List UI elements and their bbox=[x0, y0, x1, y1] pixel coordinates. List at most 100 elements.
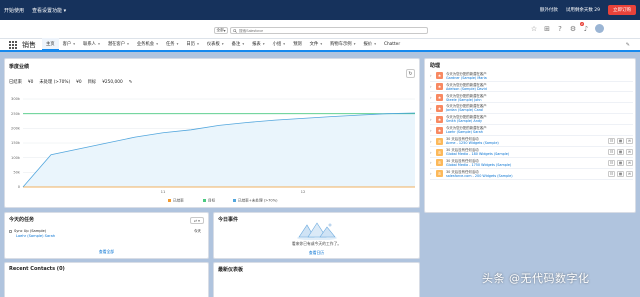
setup-features-menu[interactable]: 查看设置功能 ▾ bbox=[32, 7, 66, 14]
global-search[interactable] bbox=[230, 27, 428, 34]
view-all-tasks-link[interactable]: 查看全部 bbox=[5, 249, 208, 255]
assistant-item-link[interactable]: Global Media - 180 Widgets (Sample) bbox=[446, 152, 509, 156]
assistant-item-link[interactable]: Adelson (Sample) David bbox=[446, 87, 487, 91]
latest-dashboard-card: 最新仪表板 bbox=[213, 262, 420, 297]
tab-label: 潜在客户 bbox=[107, 42, 126, 47]
chevron-down-icon[interactable]: ▾ bbox=[282, 42, 285, 46]
tab-label: 业务机会 bbox=[136, 42, 155, 47]
assistant-item-link[interactable]: Gardner (Sample) Maria bbox=[446, 76, 487, 80]
tab-1[interactable]: 客户 ▾ bbox=[59, 38, 79, 51]
search-input[interactable] bbox=[239, 28, 419, 33]
chevron-down-icon[interactable]: ▾ bbox=[196, 42, 199, 46]
get-started-link[interactable]: 开始使用 bbox=[4, 7, 24, 14]
new-task-icon[interactable]: ☷ bbox=[608, 149, 615, 156]
new-event-icon[interactable]: ▦ bbox=[617, 170, 624, 177]
tab-9[interactable]: 报表 ▾ bbox=[248, 38, 268, 51]
recent-contacts-title: Recent Contacts (0) bbox=[9, 266, 65, 272]
tab-2[interactable]: 联系人 ▾ bbox=[79, 38, 104, 51]
chevron-down-icon[interactable]: ▾ bbox=[72, 42, 75, 46]
tab-11[interactable]: 预测 bbox=[289, 38, 306, 51]
email-icon[interactable]: ✉ bbox=[626, 170, 633, 177]
notifications-bell-icon[interactable]: ♪ bbox=[582, 25, 590, 33]
tasks-filter-dropdown[interactable]: ⇄ ▾ bbox=[190, 217, 204, 224]
search-scope-select[interactable]: 全部 ▾ bbox=[214, 27, 228, 34]
closed-label: 已结束 bbox=[9, 80, 22, 85]
y-tick-label: 250k bbox=[11, 112, 21, 116]
recent-contacts-card: Recent Contacts (0) bbox=[4, 262, 209, 297]
email-icon[interactable]: ✉ bbox=[626, 138, 633, 145]
help-icon[interactable]: ? bbox=[556, 25, 564, 33]
view-calendar-link[interactable]: 查看日历 bbox=[214, 250, 419, 256]
tab-15[interactable]: Chatter bbox=[380, 38, 404, 51]
edit-goal-pencil-icon[interactable]: ✎ bbox=[129, 80, 133, 85]
assistant-item-link[interactable]: Steele (Sample) John bbox=[446, 98, 487, 102]
tab-8[interactable]: 备注 ▾ bbox=[228, 38, 248, 51]
lead-star-icon: ★ bbox=[436, 115, 443, 123]
assistant-item-link[interactable]: Smith (Sample) Andy bbox=[446, 119, 487, 123]
tab-10[interactable]: 小组 ▾ bbox=[269, 38, 289, 51]
chevron-down-icon[interactable]: ▾ bbox=[353, 42, 356, 46]
assistant-item: › ♔ 30 天后没有任何活动 Global Media - 1750 Widgets… bbox=[430, 158, 633, 169]
chevron-down-icon[interactable]: ▾ bbox=[221, 42, 224, 46]
task-item: Sync Up (Sample) 今天 Loehr (Sample) Sarah bbox=[9, 229, 205, 238]
new-task-icon[interactable]: ☷ bbox=[608, 159, 615, 166]
setup-gear-icon[interactable]: ⚙ bbox=[569, 25, 577, 33]
header-icons: ☆ ⊞ ? ⚙ ♪ bbox=[530, 24, 604, 33]
legend-swatch bbox=[233, 199, 236, 202]
new-task-icon[interactable]: ☷ bbox=[608, 138, 615, 145]
favorites-star-icon[interactable]: ☆ bbox=[530, 25, 538, 33]
assistant-item: › ★ 今天为您分配的新潜在客户 Jordan (Sample) Carol bbox=[430, 104, 633, 115]
new-task-icon[interactable]: ☷ bbox=[608, 170, 615, 177]
chevron-down-icon[interactable]: ▾ bbox=[155, 42, 158, 46]
new-event-icon[interactable]: ▦ bbox=[617, 149, 624, 156]
email-icon[interactable]: ✉ bbox=[626, 149, 633, 156]
new-event-icon[interactable]: ▦ bbox=[617, 138, 624, 145]
open-label: 未处理 (>70%) bbox=[39, 80, 71, 85]
tab-0[interactable]: 主页 bbox=[42, 38, 59, 51]
assistant-item: › ♔ 30 天后没有任何活动 Global Media - 180 Widgets … bbox=[430, 147, 633, 158]
new-event-icon[interactable]: ▦ bbox=[617, 159, 624, 166]
tab-12[interactable]: 文件 ▾ bbox=[306, 38, 326, 51]
chevron-down-icon[interactable]: ▾ bbox=[373, 42, 376, 46]
tab-4[interactable]: 业务机会 ▾ bbox=[133, 38, 162, 51]
chevron-down-icon[interactable]: ▾ bbox=[126, 42, 129, 46]
tab-13[interactable]: 购物车示例 ▾ bbox=[326, 38, 359, 51]
chevron-down-icon[interactable]: ▾ bbox=[241, 42, 244, 46]
y-tick-label: 300k bbox=[11, 97, 21, 101]
tab-14[interactable]: 报价 ▾ bbox=[359, 38, 379, 51]
top-bar: 开始使用 查看设置功能 ▾ 额外付款 试用剩余天数 29 立即订购 bbox=[0, 0, 640, 20]
refresh-icon[interactable]: ↻ bbox=[406, 69, 415, 78]
chevron-down-icon[interactable]: ▾ bbox=[176, 42, 179, 46]
extra-payment-link[interactable]: 额外付款 bbox=[540, 7, 558, 13]
edit-nav-pencil-icon[interactable]: ✎ bbox=[626, 42, 630, 48]
task-checkbox[interactable] bbox=[9, 229, 12, 233]
assistant-item-link[interactable]: Global Media - 1750 Widgets (Sample) bbox=[446, 163, 511, 167]
performance-line-chart: 0 50k 100k 150k 200k 250k 300k 11 12 已结束 目标 已结束+未处理… bbox=[11, 97, 416, 203]
assistant-item: › ★ 今天为您分配的新潜在客户 Steele (Sample) John bbox=[430, 93, 633, 104]
assistant-item: › ★ 今天为您分配的新潜在客户 Adelson (Sample) David bbox=[430, 82, 633, 93]
legend-label: 已结束+未处理 (>70%) bbox=[238, 198, 278, 203]
app-launcher-waffle-icon[interactable] bbox=[8, 40, 18, 50]
assistant-item-link[interactable]: salesforce.com - 200 Widgets (Sample) bbox=[446, 174, 513, 178]
lead-star-icon: ★ bbox=[436, 126, 443, 134]
avatar[interactable] bbox=[595, 24, 604, 33]
tab-6[interactable]: 日历 ▾ bbox=[182, 38, 202, 51]
chevron-down-icon[interactable]: ▾ bbox=[97, 42, 100, 46]
assistant-item-link[interactable]: Loehr (Sample) Sarah bbox=[446, 130, 487, 134]
email-icon[interactable]: ✉ bbox=[626, 159, 633, 166]
global-actions-add-icon[interactable]: ⊞ bbox=[543, 25, 551, 33]
tab-7[interactable]: 仪表板 ▾ bbox=[203, 38, 228, 51]
task-who-link[interactable]: Loehr (Sample) Sarah bbox=[16, 234, 205, 238]
y-tick-label: 100k bbox=[11, 156, 21, 160]
chevron-down-icon[interactable]: ▾ bbox=[262, 42, 265, 46]
assistant-item-link[interactable]: Jordan (Sample) Carol bbox=[446, 108, 487, 112]
task-title[interactable]: Sync Up (Sample) bbox=[14, 229, 46, 233]
tab-label: 报表 bbox=[252, 42, 261, 47]
buy-now-button[interactable]: 立即订购 bbox=[608, 5, 636, 15]
assistant-item-link[interactable]: Acme - 1250 Widgets (Sample) bbox=[446, 141, 499, 145]
tab-3[interactable]: 潜在客户 ▾ bbox=[104, 38, 133, 51]
tab-label: 小组 bbox=[272, 42, 282, 47]
tab-label: 联系人 bbox=[83, 42, 96, 47]
tab-5[interactable]: 任务 ▾ bbox=[162, 38, 182, 51]
chevron-down-icon[interactable]: ▾ bbox=[319, 42, 322, 46]
